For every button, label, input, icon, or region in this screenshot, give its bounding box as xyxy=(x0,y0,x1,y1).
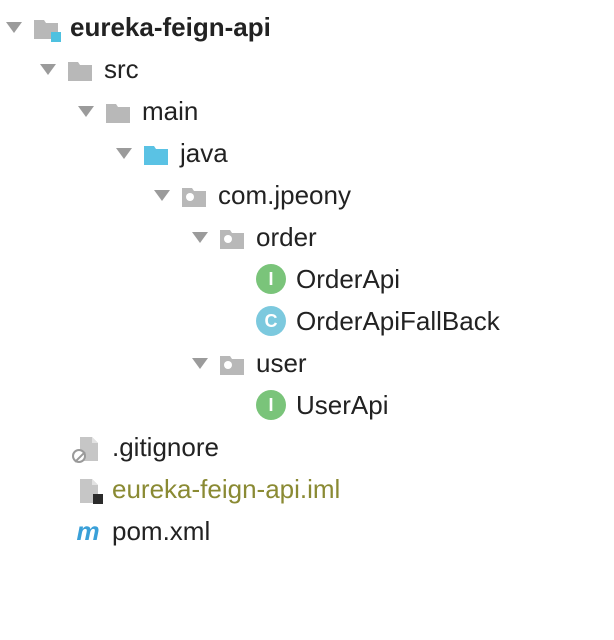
chevron-down-icon[interactable] xyxy=(154,190,170,201)
module-folder-icon xyxy=(32,13,60,41)
source-folder-icon xyxy=(142,139,170,167)
interface-icon: I xyxy=(256,390,286,420)
tree-row-order[interactable]: order xyxy=(0,216,614,258)
tree-label: order xyxy=(256,216,317,258)
tree-row-user[interactable]: user xyxy=(0,342,614,384)
chevron-down-icon[interactable] xyxy=(40,64,56,75)
package-icon xyxy=(218,349,246,377)
tree-label: com.jpeony xyxy=(218,174,351,216)
tree-row-gitignore[interactable]: .gitignore xyxy=(0,426,614,468)
tree-row-orderapi[interactable]: I OrderApi xyxy=(0,258,614,300)
chevron-down-icon[interactable] xyxy=(6,22,22,33)
folder-icon xyxy=(66,55,94,83)
tree-label: src xyxy=(104,48,139,90)
chevron-down-icon[interactable] xyxy=(192,358,208,369)
ignored-file-icon xyxy=(74,433,102,461)
tree-label: java xyxy=(180,132,228,174)
package-icon xyxy=(218,223,246,251)
tree-label: OrderApi xyxy=(296,258,400,300)
tree-row-iml[interactable]: eureka-feign-api.iml xyxy=(0,468,614,510)
tree-row-orderapifallback[interactable]: C OrderApiFallBack xyxy=(0,300,614,342)
iml-file-icon xyxy=(74,475,102,503)
chevron-down-icon[interactable] xyxy=(192,232,208,243)
tree-row-pom[interactable]: m pom.xml xyxy=(0,510,614,552)
tree-label: UserApi xyxy=(296,384,388,426)
tree-label: main xyxy=(142,90,198,132)
tree-row-userapi[interactable]: I UserApi xyxy=(0,384,614,426)
package-icon xyxy=(180,181,208,209)
tree-label: pom.xml xyxy=(112,510,210,552)
tree-label: eureka-feign-api xyxy=(70,6,271,48)
tree-label: OrderApiFallBack xyxy=(296,300,500,342)
tree-row-package[interactable]: com.jpeony xyxy=(0,174,614,216)
chevron-down-icon[interactable] xyxy=(116,148,132,159)
interface-icon: I xyxy=(256,264,286,294)
class-icon: C xyxy=(256,306,286,336)
tree-row-src[interactable]: src xyxy=(0,48,614,90)
tree-row-root[interactable]: eureka-feign-api xyxy=(0,6,614,48)
tree-label: eureka-feign-api.iml xyxy=(112,468,340,510)
tree-row-main[interactable]: main xyxy=(0,90,614,132)
chevron-down-icon[interactable] xyxy=(78,106,94,117)
tree-label: user xyxy=(256,342,307,384)
maven-icon: m xyxy=(74,510,102,552)
tree-label: .gitignore xyxy=(112,426,219,468)
folder-icon xyxy=(104,97,132,125)
tree-row-java[interactable]: java xyxy=(0,132,614,174)
